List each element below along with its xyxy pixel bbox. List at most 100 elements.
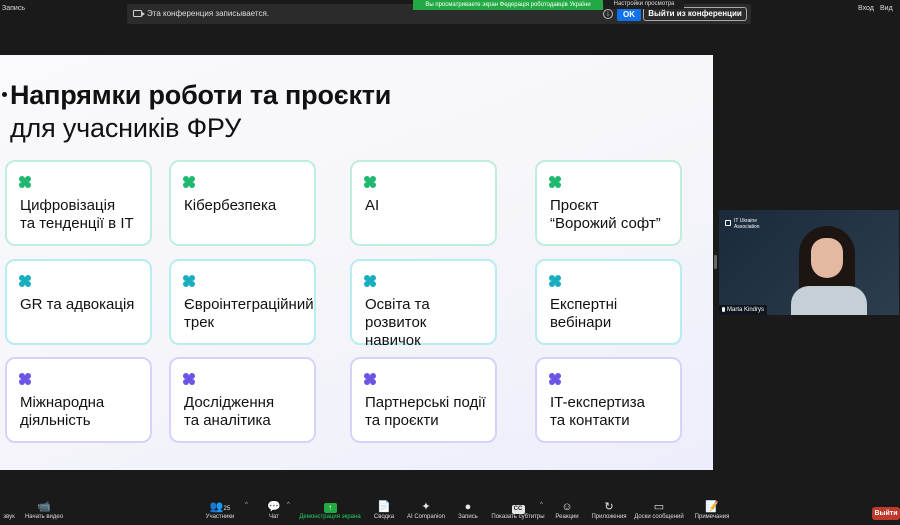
direction-card-label: Євроінтеграційний трек bbox=[184, 296, 314, 331]
whiteboards-label: Доски сообщений bbox=[634, 514, 684, 520]
ai-sparkle-icon: ✦ bbox=[421, 501, 431, 513]
direction-card-label: Експертні вебінари bbox=[550, 296, 618, 331]
apps-icon: ↻ bbox=[604, 501, 614, 513]
notes-label: Примечания bbox=[694, 514, 730, 520]
direction-card: AI bbox=[350, 160, 497, 246]
flower-icon bbox=[364, 373, 376, 385]
participants-count: 25 bbox=[223, 506, 231, 512]
direction-card: Цифровізація та тенденції в IT bbox=[5, 160, 152, 246]
ok-button[interactable]: OK bbox=[617, 8, 641, 21]
view-button[interactable]: Вид bbox=[880, 5, 893, 12]
flower-icon bbox=[183, 176, 195, 188]
notes-button[interactable]: 📝 Примечания bbox=[694, 496, 730, 520]
direction-card: Партнерські події та проєкти bbox=[350, 357, 497, 443]
direction-card-label: Цифровізація та тенденції в IT bbox=[20, 197, 134, 232]
summary-button[interactable]: 📄 Сводка bbox=[372, 496, 396, 520]
record-icon: ● bbox=[464, 501, 472, 513]
flower-icon bbox=[183, 275, 195, 287]
ai-companion-label: AI Companion bbox=[406, 514, 446, 520]
whiteboard-icon: ▭ bbox=[653, 501, 665, 513]
reactions-label: Реакции bbox=[555, 514, 579, 520]
shared-screen-slide: Напрямки роботи та проєкти для учасників… bbox=[0, 55, 713, 470]
audio-label: звук bbox=[3, 514, 15, 520]
flower-icon bbox=[364, 275, 376, 287]
participants-button[interactable]: 👥25 Участники bbox=[202, 496, 238, 520]
share-screen-button[interactable]: ↑ Демонстрация экрана bbox=[298, 496, 362, 520]
participant-name-label: Marta Kindrys bbox=[719, 305, 768, 315]
reactions-button[interactable]: ☺ Реакции bbox=[554, 496, 580, 520]
info-icon[interactable]: i bbox=[603, 9, 613, 19]
summary-icon: 📄 bbox=[377, 501, 391, 513]
captions-icon: CC bbox=[490, 500, 546, 514]
participant-face bbox=[811, 238, 843, 278]
captions-label: Показать субтитры bbox=[491, 514, 545, 520]
captions-caret-icon[interactable]: ^ bbox=[540, 502, 543, 508]
direction-card: Кібербезпека bbox=[169, 160, 316, 246]
slide-title: Напрямки роботи та проєкти bbox=[10, 80, 392, 110]
direction-card-label: IT-експертиза та контакти bbox=[550, 394, 646, 429]
flower-icon bbox=[19, 176, 31, 188]
direction-card-label: GR та адвокація bbox=[20, 296, 135, 313]
direction-card: Експертні вебінари bbox=[535, 259, 682, 345]
direction-card-label: Освіта та розвиток навичок bbox=[365, 296, 430, 349]
chat-icon: 💬 bbox=[267, 501, 281, 513]
summary-label: Сводка bbox=[373, 514, 395, 520]
ai-companion-button[interactable]: ✦ AI Companion bbox=[406, 496, 446, 520]
record-button[interactable]: ● Запись bbox=[456, 496, 480, 520]
notes-icon: 📝 bbox=[705, 501, 719, 513]
audio-button[interactable]: звук bbox=[0, 496, 18, 520]
meeting-top-bar: Запись Эта конференция записывается. i O… bbox=[0, 0, 900, 28]
direction-card: Дослідження та аналітика bbox=[169, 357, 316, 443]
flower-icon bbox=[19, 373, 31, 385]
video-background-logo-text: IT Ukraine Association bbox=[734, 218, 760, 230]
direction-card: Освіта та розвиток навичок bbox=[350, 259, 497, 349]
flower-icon bbox=[549, 373, 561, 385]
start-video-button[interactable]: 📹 Начать видео bbox=[22, 496, 66, 520]
participant-body bbox=[791, 286, 867, 315]
participants-icon: 👥25 bbox=[209, 501, 231, 513]
direction-card: IT-експертиза та контакти bbox=[535, 357, 682, 443]
flower-icon bbox=[183, 373, 195, 385]
flower-icon bbox=[549, 176, 561, 188]
direction-card: GR та адвокація bbox=[5, 259, 152, 345]
apps-label: Приложения bbox=[591, 514, 627, 520]
direction-card: Міжнародна діяльність bbox=[5, 357, 152, 443]
headphones-icon bbox=[0, 500, 18, 514]
leave-meeting-button[interactable]: Выйти из конференции bbox=[643, 7, 747, 21]
recording-label[interactable]: Запись bbox=[2, 5, 25, 12]
chat-button[interactable]: 💬 Чат bbox=[264, 496, 284, 520]
share-screen-icon: ↑ bbox=[298, 500, 362, 514]
reactions-icon: ☺ bbox=[561, 501, 573, 513]
flower-icon bbox=[364, 176, 376, 188]
direction-card-label: Проєкт “Ворожий софт” bbox=[550, 197, 661, 232]
screen-share-banner: Вы просматриваете экран Федерація робото… bbox=[413, 0, 603, 10]
start-video-label: Начать видео bbox=[24, 514, 64, 520]
flower-icon bbox=[19, 275, 31, 287]
panel-resize-handle[interactable] bbox=[714, 255, 717, 269]
participants-caret-icon[interactable]: ^ bbox=[245, 502, 248, 508]
enter-button[interactable]: Вход bbox=[858, 5, 874, 12]
chat-label: Чат bbox=[269, 514, 279, 520]
view-settings-button[interactable]: Настройки просмотра bbox=[604, 0, 684, 9]
it-ukraine-logo-icon bbox=[725, 220, 731, 226]
chat-caret-icon[interactable]: ^ bbox=[287, 502, 290, 508]
record-label: Запись bbox=[458, 514, 478, 520]
apps-button[interactable]: ↻ Приложения bbox=[590, 496, 628, 520]
direction-card: Проєкт “Ворожий софт” bbox=[535, 160, 682, 246]
captions-button[interactable]: CC Показать субтитры bbox=[490, 496, 546, 520]
whiteboards-button[interactable]: ▭ Доски сообщений bbox=[632, 496, 686, 520]
direction-card-label: Кібербезпека bbox=[184, 197, 277, 214]
share-screen-label: Демонстрация экрана bbox=[299, 514, 361, 520]
video-off-icon: 📹 bbox=[37, 501, 51, 513]
direction-card-label: AI bbox=[365, 197, 380, 214]
participant-name: Marta Kindrys bbox=[727, 307, 765, 313]
direction-card: Євроінтеграційний трек bbox=[169, 259, 316, 345]
title-bullet bbox=[2, 92, 7, 97]
exit-button[interactable]: Выйти bbox=[872, 507, 900, 520]
direction-card-label: Партнерські події та проєкти bbox=[365, 394, 486, 429]
mic-icon bbox=[722, 307, 725, 312]
direction-card-label: Міжнародна діяльність bbox=[20, 394, 105, 429]
participant-video-tile[interactable]: IT Ukraine Association Marta Kindrys bbox=[719, 210, 899, 315]
recording-camera-icon bbox=[133, 10, 145, 17]
meeting-toolbar: звук 📹 Начать видео 👥25 Участники ^ 💬 Ча… bbox=[0, 496, 900, 525]
